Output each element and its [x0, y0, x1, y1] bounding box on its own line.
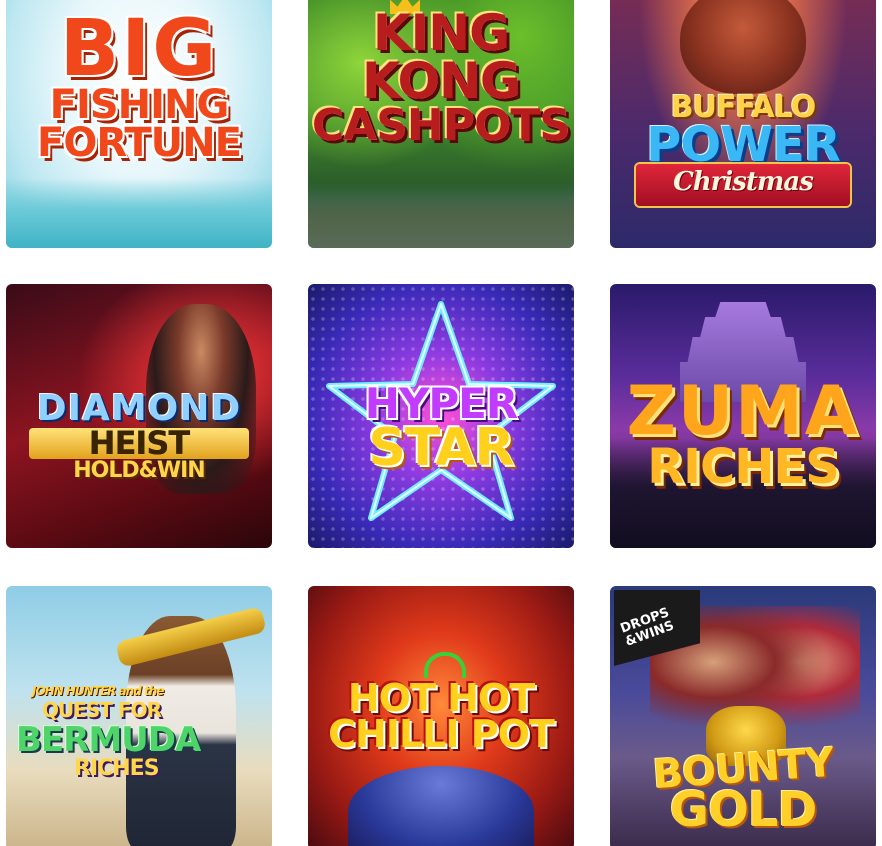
title-line: FORTUNE — [37, 120, 242, 167]
game-tile-zuma-riches[interactable]: ZUMA RICHES — [610, 284, 876, 548]
sea-artwork — [6, 178, 272, 248]
game-tile-buffalo-power-christmas[interactable]: BUFFALO POWER Christmas — [610, 0, 876, 248]
pot-artwork — [348, 766, 534, 846]
game-title: BIG FISHING FORTUNE — [6, 4, 272, 167]
game-tile-hyper-star[interactable]: HYPER STAR — [308, 284, 574, 548]
title-line: HEIST — [29, 427, 249, 459]
title-line: STAR — [368, 417, 514, 478]
title-line: CHILLI POT — [328, 712, 555, 757]
game-tile-john-hunter-bermuda-riches[interactable]: JOHN HUNTER and the QUEST FOR BERMUDA RI… — [6, 586, 272, 846]
game-tile-big-fishing-fortune[interactable]: BIG FISHING FORTUNE — [6, 0, 272, 248]
title-line: RICHES — [647, 438, 840, 495]
title-line: HOT HOT — [347, 676, 535, 720]
game-title: HYPER STAR — [308, 383, 574, 478]
title-line: DIAMOND — [36, 388, 242, 429]
title-line: KONG — [362, 51, 521, 110]
title-line: ZUMA — [626, 372, 860, 451]
title-line: HOLD&WIN — [73, 457, 205, 483]
title-line: FISHING — [49, 82, 230, 129]
title-line: RICHES — [74, 755, 160, 781]
game-tile-bounty-gold[interactable]: DROPS &WINS BOUNTY GOLD — [610, 586, 876, 846]
game-grid: BIG FISHING FORTUNE KING KONG CASHPOTS B… — [0, 0, 882, 846]
rocks-artwork — [308, 188, 574, 248]
title-line: POWER — [646, 116, 841, 173]
title-line: JOHN HUNTER and the — [32, 684, 164, 698]
game-tile-king-kong-cashpots[interactable]: KING KONG CASHPOTS — [308, 0, 574, 248]
game-tile-diamond-heist[interactable]: DIAMOND HEIST HOLD&WIN — [6, 284, 272, 548]
title-line: KING — [372, 4, 510, 62]
game-title: DIAMOND HEIST HOLD&WIN — [6, 388, 272, 483]
title-line: BERMUDA — [16, 720, 201, 761]
game-title: ZUMA RICHES — [610, 372, 876, 495]
title-line: QUEST FOR — [42, 698, 162, 723]
game-title: HOT HOT CHILLI POT — [308, 676, 574, 757]
buffalo-head-artwork — [680, 0, 806, 94]
game-title: BUFFALO POWER — [610, 93, 876, 173]
game-title: JOHN HUNTER and the QUEST FOR BERMUDA RI… — [16, 684, 272, 781]
game-title: BOUNTY GOLD — [610, 740, 876, 838]
game-title: KING KONG CASHPOTS — [308, 4, 574, 151]
title-line: CASHPOTS — [311, 100, 571, 151]
title-line: GOLD — [669, 782, 818, 838]
title-line: Christmas — [673, 167, 814, 197]
game-tile-hot-hot-chilli-pot[interactable]: HOT HOT CHILLI POT — [308, 586, 574, 846]
title-line: BIG — [59, 4, 219, 94]
